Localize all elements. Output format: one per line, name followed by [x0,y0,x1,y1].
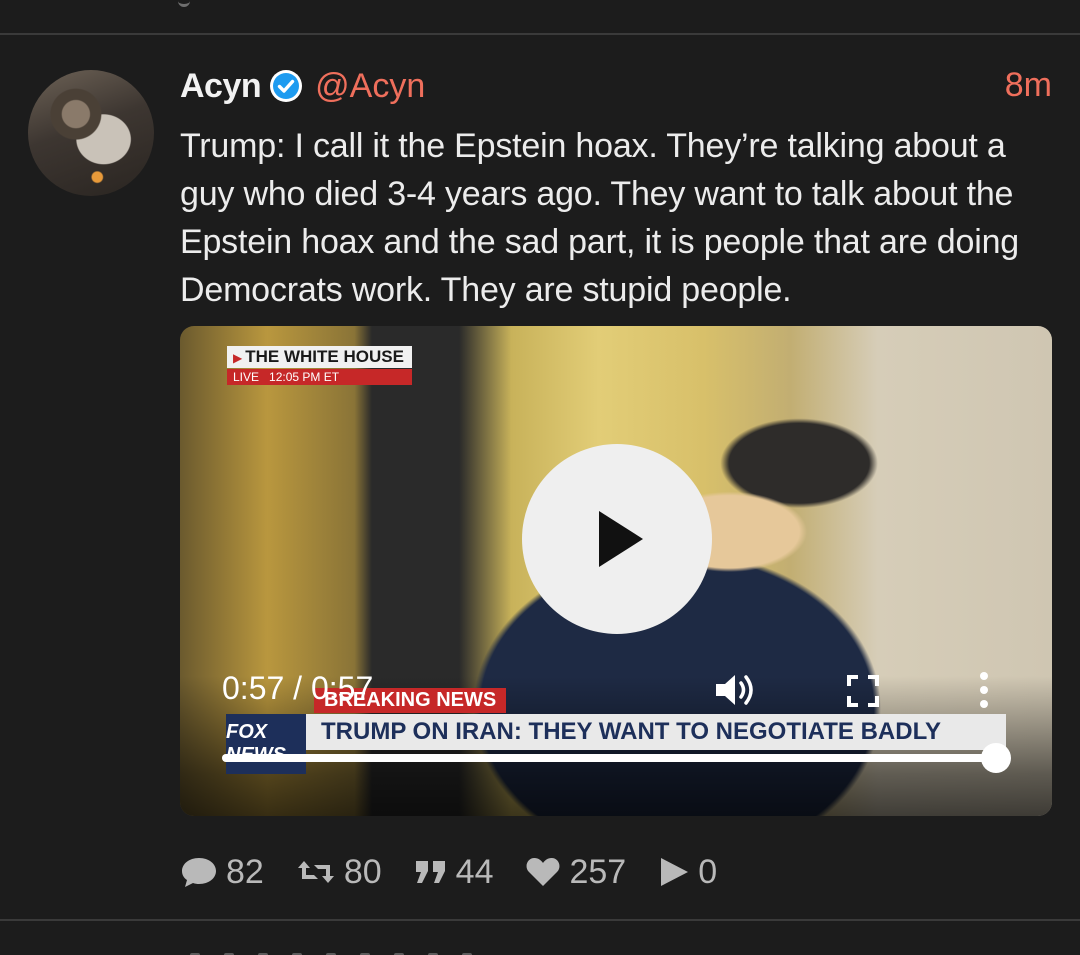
heart-icon [527,858,560,886]
views-play-icon [661,858,689,886]
fullscreen-icon[interactable] [846,674,880,708]
time-readout: 0:57 / 0:57 [222,670,374,706]
view-count: 0 [698,852,718,891]
views-button[interactable]: 0 [658,853,717,892]
tweet-header: Acyn @Acyn [180,66,425,106]
reply-button[interactable]: 82 [180,853,264,892]
video-player[interactable]: ▶ THE WHITE HOUSE LIVE 12:05 PM ET BREAKI… [180,326,1052,816]
reply-icon [182,858,216,887]
reply-count: 82 [226,852,264,891]
progress-fill [222,754,996,762]
tweet-actions: 82 80 44 257 0 [180,850,749,894]
video-controls: 0:57 / 0:57 [180,326,1052,816]
avatar[interactable] [28,70,154,196]
quote-button[interactable]: 44 [414,852,494,892]
tweet-text: Trump: I call it the Epstein hoax. They’… [180,127,1019,309]
retweet-count: 80 [343,852,382,891]
quote-count: 44 [455,852,494,891]
display-name[interactable]: Acyn [180,67,262,106]
like-count: 257 [569,852,627,891]
verified-badge-icon [270,70,303,102]
more-vertical-icon[interactable] [976,670,992,710]
retweet-button[interactable]: 80 [296,853,382,892]
volume-icon[interactable] [714,670,760,710]
progress-bar[interactable] [222,743,1011,773]
divider-top [0,33,1080,35]
retweet-icon [297,861,334,883]
handle[interactable]: @Acyn [315,67,425,106]
next-item-edge [190,946,520,955]
quote-icon [415,861,445,883]
divider-bottom [0,919,1080,921]
timestamp[interactable]: 8m [1005,66,1052,105]
progress-handle[interactable] [981,743,1011,773]
like-button[interactable]: 257 [525,853,626,892]
previous-item-edge [178,0,190,7]
